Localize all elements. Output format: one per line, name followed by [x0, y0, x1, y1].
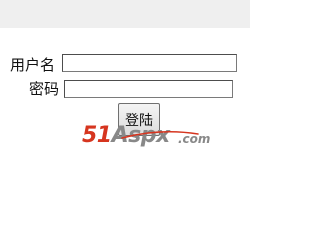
watermark-tld: .com	[178, 132, 211, 146]
password-input[interactable]	[64, 80, 233, 98]
username-row: 用户名	[0, 54, 250, 78]
top-bar	[0, 0, 250, 28]
password-row: 密码	[0, 78, 250, 102]
password-label: 密码	[29, 80, 60, 98]
username-input[interactable]	[62, 54, 237, 72]
watermark-digits: 51	[82, 123, 112, 148]
login-button[interactable]: 登陆	[118, 103, 160, 136]
username-label: 用户名	[10, 56, 56, 74]
